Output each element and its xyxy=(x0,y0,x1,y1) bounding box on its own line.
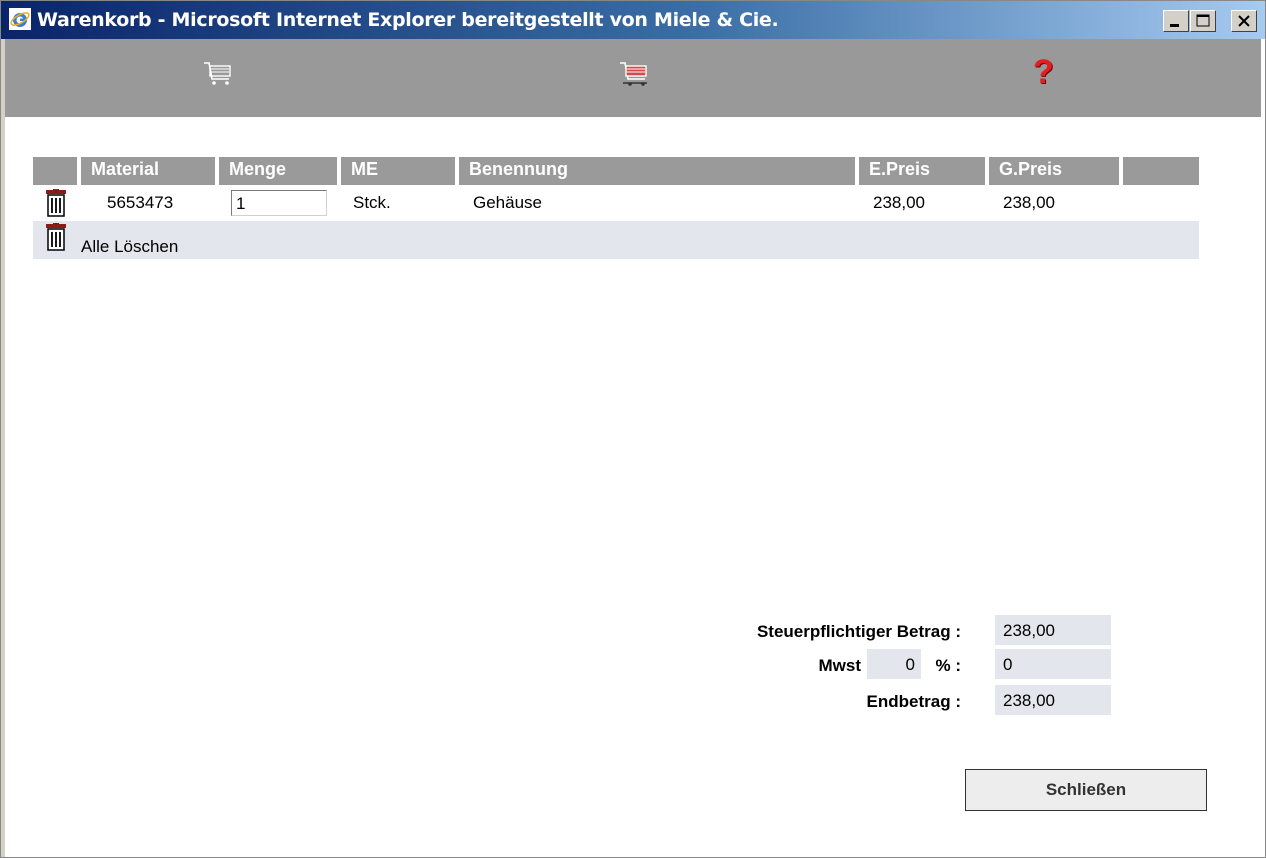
total-label: Endbetrag : xyxy=(866,692,961,711)
vat-value: 0 xyxy=(995,649,1111,679)
maximize-icon xyxy=(1196,14,1210,27)
vat-label: Mwst xyxy=(818,656,862,675)
header-me: ME xyxy=(341,157,455,185)
help-icon[interactable]: ? xyxy=(1033,55,1054,89)
header-blank xyxy=(33,157,77,185)
window-frame xyxy=(1,39,5,857)
cell-material: 5653473 xyxy=(107,193,174,212)
total-value: 238,00 xyxy=(995,685,1111,715)
vat-rate: 0 xyxy=(867,649,921,679)
header-blank-end xyxy=(1123,157,1199,185)
maximize-button[interactable] xyxy=(1190,10,1216,32)
close-button[interactable]: Schließen xyxy=(965,769,1207,811)
cell-gpreis: 238,00 xyxy=(1003,193,1055,212)
ie-icon xyxy=(9,8,31,30)
close-window-button[interactable] xyxy=(1231,10,1257,32)
cell-me: Stck. xyxy=(353,193,391,212)
title-bar: Warenkorb - Microsoft Internet Explorer … xyxy=(1,1,1265,39)
vat-suffix: % : xyxy=(935,656,962,675)
delete-all-link[interactable]: Alle Löschen xyxy=(81,237,178,257)
app-window: Warenkorb - Microsoft Internet Explorer … xyxy=(0,0,1266,858)
header-epreis: E.Preis xyxy=(859,157,985,185)
cart-icon[interactable] xyxy=(201,57,237,93)
cart-red-icon[interactable] xyxy=(617,57,653,93)
header-gpreis: G.Preis xyxy=(989,157,1119,185)
cell-epreis: 238,00 xyxy=(873,193,925,212)
cell-benennung: Gehäuse xyxy=(473,193,542,212)
minimize-icon xyxy=(1170,24,1179,27)
minimize-button[interactable] xyxy=(1163,10,1189,32)
header-menge: Menge xyxy=(219,157,337,185)
quantity-input[interactable]: 1 xyxy=(231,190,327,216)
header-material: Material xyxy=(81,157,215,185)
delete-all-trash-icon[interactable] xyxy=(45,223,67,251)
header-benennung: Benennung xyxy=(459,157,855,185)
close-icon xyxy=(1238,15,1250,27)
delete-all-row xyxy=(33,221,1199,259)
trash-icon[interactable] xyxy=(45,189,67,217)
toolbar: ? xyxy=(5,39,1261,117)
taxable-value: 238,00 xyxy=(995,615,1111,645)
taxable-label: Steuerpflichtiger Betrag : xyxy=(756,622,961,641)
window-title: Warenkorb - Microsoft Internet Explorer … xyxy=(37,9,779,31)
